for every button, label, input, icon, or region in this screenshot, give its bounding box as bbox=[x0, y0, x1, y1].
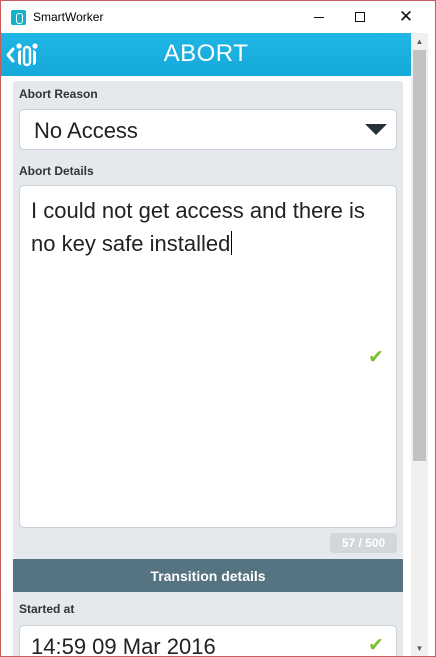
maximize-icon bbox=[355, 12, 365, 22]
app-window: SmartWorker ✕ ABORT ▲ ▼ Abort Reason No … bbox=[0, 0, 436, 657]
scroll-down-icon[interactable]: ▼ bbox=[411, 640, 428, 656]
app-header: ABORT bbox=[1, 33, 411, 76]
abort-details-value: I could not get access and there is no k… bbox=[31, 198, 365, 256]
abort-details-text: I could not get access and there is no k… bbox=[31, 194, 381, 260]
minimize-icon bbox=[314, 16, 324, 18]
transition-details-header: Transition details bbox=[13, 559, 403, 592]
window-title: SmartWorker bbox=[33, 10, 104, 24]
abort-details-textarea[interactable]: I could not get access and there is no k… bbox=[19, 185, 397, 528]
started-at-value: 14:59 09 Mar 2016 bbox=[31, 634, 216, 657]
title-bar: SmartWorker ✕ bbox=[1, 1, 435, 33]
close-icon: ✕ bbox=[398, 6, 414, 27]
character-counter: 57 / 500 bbox=[330, 533, 397, 553]
abort-details-label: Abort Details bbox=[19, 164, 94, 178]
page-title: ABORT bbox=[163, 40, 249, 67]
scroll-thumb[interactable] bbox=[413, 50, 426, 461]
smartworker-app-icon bbox=[11, 10, 26, 25]
abort-reason-label: Abort Reason bbox=[19, 87, 98, 101]
valid-check-icon: ✔ bbox=[368, 346, 384, 368]
started-at-field[interactable]: 14:59 09 Mar 2016 ✔ bbox=[19, 625, 397, 657]
started-at-label: Started at bbox=[19, 602, 75, 616]
valid-check-icon: ✔ bbox=[368, 634, 384, 656]
scroll-up-icon[interactable]: ▲ bbox=[411, 33, 428, 50]
maximize-button[interactable] bbox=[337, 1, 383, 33]
form-content: Abort Reason No Access Abort Details I c… bbox=[1, 76, 411, 657]
abort-reason-select[interactable]: No Access bbox=[19, 109, 397, 150]
text-caret bbox=[231, 231, 233, 255]
close-button[interactable]: ✕ bbox=[383, 1, 429, 33]
abort-form-card: Abort Reason No Access Abort Details I c… bbox=[13, 81, 403, 559]
abort-reason-value: No Access bbox=[34, 118, 138, 143]
transition-details-card: Started at 14:59 09 Mar 2016 ✔ bbox=[13, 592, 403, 657]
dropdown-arrow-icon bbox=[365, 124, 387, 135]
minimize-button[interactable] bbox=[296, 1, 342, 33]
vertical-scrollbar[interactable]: ▲ ▼ bbox=[411, 33, 428, 656]
